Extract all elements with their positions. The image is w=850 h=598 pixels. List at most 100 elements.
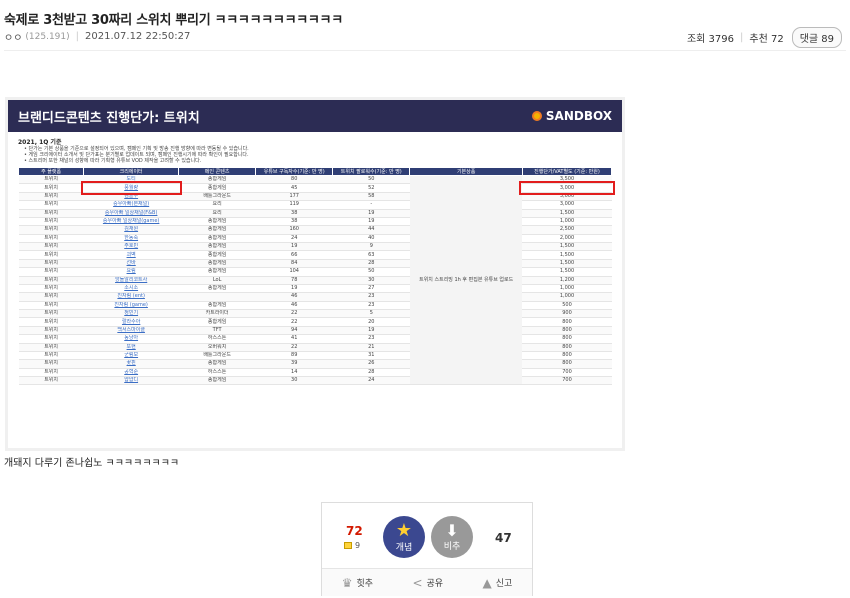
cell-platform: 트위치 (18, 368, 84, 378)
cell-youtube-subs: 119 (255, 200, 333, 210)
table-row: 트위치 김블루 배틀그라운드 177 58 3,000 (18, 192, 612, 202)
report-button[interactable]: ▲ 신고 (482, 576, 512, 590)
table-row: 트위치 풍월량 종합게임 45 52 3,000 (18, 180, 615, 196)
cell-platform: 트위치 (18, 192, 84, 202)
cell-price: 800 (522, 317, 612, 327)
cell-content (178, 292, 256, 302)
upvote-label: 개념 (395, 542, 413, 553)
cell-content: 종합게임 (178, 242, 256, 252)
hit-recommend-button[interactable]: ♛ 힛추 (342, 576, 373, 590)
cell-youtube-subs: 24 (255, 234, 333, 244)
cell-creator: 승우아빠 일상채널(game) (83, 217, 179, 227)
fix-count: 9 (344, 541, 360, 550)
fix-icon (344, 542, 352, 549)
cell-price: 700 (522, 376, 612, 386)
downvote-label: 비추 (443, 542, 461, 552)
cell-creator: 도티 (83, 175, 179, 185)
vote-actions: ♛ 힛추 < 공유 ▲ 신고 (322, 568, 532, 596)
rate-table: 주 플랫폼 크리에이터 메인 콘텐츠 유튜브 구독자수(기준: 만 명) 트위치… (17, 167, 615, 386)
table-row: 트위치 얍얍디 종합게임 30 24 700 (18, 376, 612, 386)
cell-price: 3,000 (522, 192, 612, 202)
table-row: 트위치 주호민 종합게임 19 9 1,500 (18, 242, 612, 252)
cell-twitch-followers: 19 (332, 326, 410, 336)
cell-price: 900 (522, 309, 612, 319)
logo-text: SANDBOX (545, 109, 612, 123)
cell-twitch-followers: 27 (332, 284, 410, 294)
column-header: 주 플랫폼 (17, 167, 85, 176)
cell-price: 1,500 (522, 267, 612, 277)
cell-twitch-followers: 5 (332, 309, 410, 319)
cell-price: 800 (522, 326, 612, 336)
post-stats: 조회 3796 | 추천 72 댓글 89 (687, 27, 842, 48)
share-button[interactable]: < 공유 (412, 576, 443, 590)
author-name[interactable]: ㅇㅇ (4, 29, 22, 44)
cell-content: 하스스톤 (178, 334, 256, 344)
table-row: 트위치 백서스마이클 TFT 94 19 800 (18, 326, 612, 336)
cell-creator: 주호민 (83, 242, 179, 252)
cell-platform: 트위치 (18, 200, 84, 210)
cell-price: 2,500 (522, 225, 612, 235)
cell-platform: 트위치 (18, 351, 84, 361)
cell-creator: 공혁준 (83, 368, 179, 378)
table-row: 트위치 한동숙 종합게임 24 40 2,000 (18, 234, 612, 244)
cell-twitch-followers: 28 (332, 368, 410, 378)
cell-twitch-followers: 30 (332, 276, 410, 285)
cell-youtube-subs: 160 (255, 225, 333, 235)
column-header: 기본상품 (409, 167, 523, 176)
cell-content: 종합게임 (178, 259, 256, 269)
cell-twitch-followers: 23 (332, 334, 410, 344)
cell-content: 종합게임 (178, 234, 256, 244)
cell-platform: 트위치 (18, 242, 84, 252)
cell-content: 종합게임 (178, 175, 256, 185)
comment-count-button[interactable]: 댓글 89 (791, 27, 842, 48)
cell-creator: 백서스마이클 (83, 326, 179, 336)
sandbox-logo: SANDBOX (531, 109, 612, 123)
table-row: 트위치 괴벽 종합게임 66 63 1,500 (18, 250, 612, 260)
meta-divider: | (75, 31, 80, 42)
cell-content: 종합게임 (178, 217, 256, 227)
cell-youtube-subs: 19 (255, 284, 333, 294)
fix-count-value: 9 (355, 541, 361, 550)
cell-twitch-followers: 40 (332, 234, 410, 244)
cell-price: 1,500 (522, 242, 612, 252)
rate-sheet: 브랜디드콘텐츠 진행단가: 트위치 SANDBOX 2021, 1Q 기준 • … (8, 100, 622, 448)
cell-creator: 풍월량 (80, 180, 182, 196)
cell-price: 1,200 (522, 276, 612, 285)
vote-area: 72 9 ★ 개념 ⬇ 비추 47 (322, 503, 532, 568)
cell-creator: 승우아빠(본채널) (83, 200, 179, 210)
cell-creator: 진자림 (ent) (83, 292, 179, 302)
cell-creator: 얍얍디 (83, 376, 179, 386)
table-row: 트위치 꽃핀 종합게임 39 26 800 (18, 359, 612, 369)
cell-youtube-subs: 22 (255, 309, 333, 319)
upvote-button[interactable]: ★ 개념 (383, 516, 425, 558)
cell-youtube-subs: 41 (255, 334, 333, 344)
cell-platform: 트위치 (18, 343, 84, 352)
cell-platform: 트위치 (18, 292, 84, 302)
cell-platform: 트위치 (18, 317, 84, 327)
cell-creator: 동냥아 (83, 334, 179, 344)
cell-price: 800 (522, 343, 612, 352)
cell-youtube-subs: 45 (255, 183, 333, 193)
cell-youtube-subs: 38 (255, 217, 333, 227)
cell-youtube-subs: 84 (255, 259, 333, 269)
cell-content: 종합게임 (178, 317, 256, 327)
view-count: 조회 3796 (686, 34, 734, 45)
cell-creator: 랄라수아 (83, 317, 179, 327)
embedded-image[interactable]: 브랜디드콘텐츠 진행단가: 트위치 SANDBOX 2021, 1Q 기준 • … (5, 97, 625, 451)
note-line: • 스트리머 또한 채널의 성향에 따라 기획형 유튜브 VOD 제작을 고려할… (24, 158, 202, 164)
column-header: 메인 콘텐츠 (178, 167, 257, 176)
cell-youtube-subs: 46 (255, 292, 333, 302)
sheet-banner: 브랜디드콘텐츠 진행단가: 트위치 SANDBOX (8, 100, 622, 132)
share-icon: < (412, 575, 423, 590)
cell-price: 700 (522, 368, 612, 378)
cell-price: 3,000 (522, 200, 612, 210)
author-ip: (125.191) (25, 31, 70, 42)
cell-youtube-subs: 78 (255, 276, 333, 285)
cell-platform: 트위치 (18, 359, 84, 369)
banner-title: 브랜디드콘텐츠 진행단가: 트위치 (18, 110, 200, 126)
cell-youtube-subs: 89 (255, 351, 333, 361)
downvote-button[interactable]: ⬇ 비추 (431, 516, 473, 558)
downvote-count: 47 (495, 531, 512, 545)
cell-platform: 트위치 (18, 276, 84, 285)
sheet-notes: 2021, 1Q 기준 • 단가는 기본 상품을 기준으로 설정되어 있으며, … (18, 137, 612, 164)
